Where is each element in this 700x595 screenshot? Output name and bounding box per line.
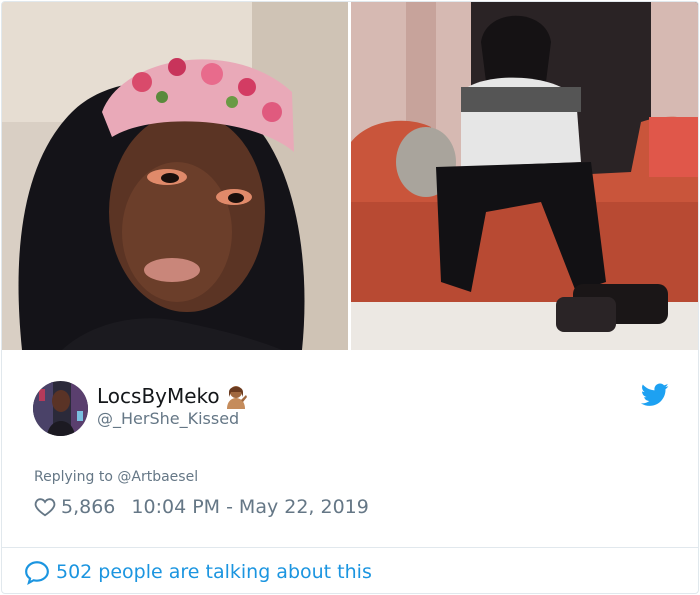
tweet-card: LocsByMeko @_HerShe_Kissed Replying to @… bbox=[1, 1, 699, 594]
selfie-photo[interactable] bbox=[2, 2, 348, 350]
replying-prefix: Replying to bbox=[34, 469, 118, 485]
tweet-header: LocsByMeko @_HerShe_Kissed bbox=[33, 381, 673, 437]
replying-to: Replying to @Artbaesel bbox=[34, 469, 198, 485]
heart-icon[interactable] bbox=[34, 496, 56, 518]
like-count: 5,866 bbox=[61, 496, 116, 518]
speech-bubble-icon bbox=[24, 559, 50, 586]
twitter-bird-icon[interactable] bbox=[640, 383, 669, 407]
tweet-media[interactable] bbox=[2, 2, 698, 350]
time-date-separator: - bbox=[226, 496, 233, 518]
avatar[interactable] bbox=[33, 381, 88, 436]
tweet-time[interactable]: 10:04 PM bbox=[131, 496, 220, 518]
tweet-meta: 5,866 10:04 PM - May 22, 2019 bbox=[34, 496, 369, 518]
couch-photo[interactable] bbox=[351, 2, 698, 350]
tweet-footer: 502 people are talking about this bbox=[2, 547, 698, 593]
name-row: LocsByMeko bbox=[97, 383, 248, 409]
tweet-date[interactable]: May 22, 2019 bbox=[239, 496, 369, 518]
user-handle[interactable]: @_HerShe_Kissed bbox=[97, 409, 239, 429]
display-name[interactable]: LocsByMeko bbox=[97, 383, 220, 409]
talking-text[interactable]: 502 people are talking about this bbox=[56, 561, 372, 583]
person-tipping-hand-emoji bbox=[224, 383, 248, 409]
replying-to-handle[interactable]: @Artbaesel bbox=[117, 469, 198, 485]
talking-link[interactable]: 502 people are talking about this bbox=[24, 559, 372, 586]
